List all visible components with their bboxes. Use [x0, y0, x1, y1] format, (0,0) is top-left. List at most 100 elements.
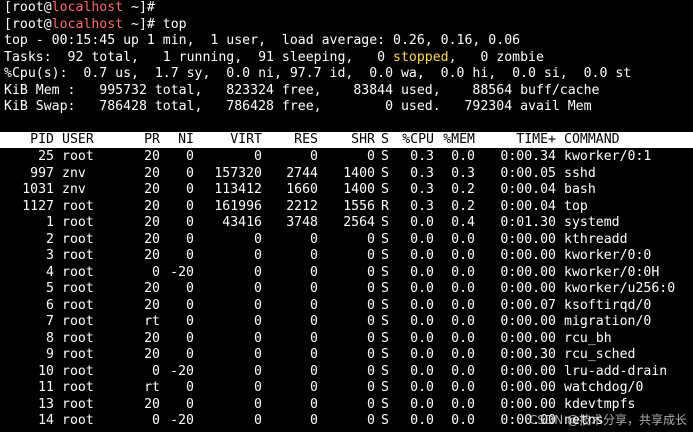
cpu-cell: 0.3	[410, 182, 434, 197]
process-row[interactable]: 997 znv 20 0 157320 2744 1400 S 0.3 0.3 0:00.05 ssh…	[0, 166, 693, 183]
cpu-cell: 0.0	[410, 363, 434, 379]
mem-cell: 0.0	[451, 149, 475, 164]
process-row[interactable]: 8 root 20 0 0 0 0 S 0.0 0.0 0:00.00 rcu_bh	[0, 331, 693, 348]
terminal-window[interactable]: [root@localhost ~]# [root@localhost ~]# …	[0, 0, 693, 432]
mem-cell: 0.0	[451, 297, 475, 313]
state-cell: R	[381, 198, 389, 214]
mem-cell: 0.0	[451, 347, 475, 362]
virt-cell: 0	[254, 363, 262, 379]
process-row[interactable]: 11 root rt 0 0 0 0 S 0.0 0.0 0:00.00 watchdog/0	[0, 380, 693, 397]
priority-cell: 0	[152, 264, 160, 280]
process-row[interactable]: 1127 root 20 0 161996 2212 1556 R 0.3 0.2 0:00.04 t…	[0, 199, 693, 216]
header-pid[interactable]: PID	[4, 132, 54, 149]
header-pr[interactable]: PR	[130, 132, 160, 149]
tasks-summary: Tasks: 92 total, 1 running, 91 sleeping,…	[4, 50, 544, 67]
nice-cell: 0	[186, 330, 194, 346]
nice-cell: -20	[170, 413, 194, 428]
header-cpu[interactable]: %CPU	[397, 132, 434, 149]
state-cell: S	[381, 347, 389, 362]
mem-cell: 0.0	[451, 314, 475, 329]
tasks-zombie: , 0 zombie	[448, 49, 544, 65]
pid-cell: 2	[46, 231, 54, 247]
process-row[interactable]: 9 root 20 0 0 0 0 S 0.0 0.0 0:00.30 rcu_sched	[0, 347, 693, 364]
process-row[interactable]: 1031 znv 20 0 113412 1660 1400 S 0.3 0.2 0:00.04 ba…	[0, 182, 693, 199]
process-row[interactable]: 1 root 20 0 43416 3748 2564 S 0.0 0.4 0:01.30 syste…	[0, 215, 693, 232]
shr-cell: 0	[367, 231, 375, 247]
time-cell: 0:00.00	[500, 248, 556, 263]
time-cell: 0:00.04	[500, 198, 556, 214]
nice-cell: 0	[186, 380, 194, 395]
pid-cell: 5	[46, 281, 54, 296]
priority-cell: 20	[144, 396, 160, 412]
nice-cell: 0	[186, 281, 194, 296]
command-cell: migration/0	[564, 314, 652, 329]
state-cell: S	[381, 413, 389, 428]
time-cell: 0:00.05	[500, 165, 556, 181]
mem-cell: 0.0	[451, 248, 475, 263]
process-row[interactable]: 4 root 0 -20 0 0 0 S 0.0 0.0 0:00.00 kworker/0:0H	[0, 265, 693, 282]
cpu-cell: 0.0	[410, 380, 434, 395]
pid-cell: 8	[46, 330, 54, 346]
time-cell: 0:00.00	[500, 363, 556, 379]
priority-cell: 0	[152, 363, 160, 379]
res-cell: 0	[310, 297, 318, 313]
mem-cell: 0.0	[451, 330, 475, 346]
priority-cell: 20	[144, 165, 160, 181]
header-virt[interactable]: VIRT	[200, 132, 262, 149]
process-row[interactable]: 6 root 20 0 0 0 0 S 0.0 0.0 0:00.07 ksoftirqd/0	[0, 298, 693, 315]
nice-cell: 0	[186, 149, 194, 164]
res-cell: 0	[310, 314, 318, 329]
state-cell: S	[381, 182, 389, 197]
time-cell: 0:00.00	[500, 281, 556, 296]
res-cell: 0	[310, 149, 318, 164]
shr-cell: 0	[367, 248, 375, 263]
nice-cell: -20	[170, 363, 194, 379]
shr-cell: 0	[367, 281, 375, 296]
pid-cell: 1031	[22, 182, 54, 197]
res-cell: 0	[310, 380, 318, 395]
header-ni[interactable]: NI	[163, 132, 194, 149]
res-cell: 0	[310, 281, 318, 296]
process-row[interactable]: 10 root 0 -20 0 0 0 S 0.0 0.0 0:00.00 lru-add-drain	[0, 364, 693, 381]
virt-cell: 157320	[214, 165, 262, 181]
time-cell: 0:00.00	[500, 314, 556, 329]
mem-cell: 0.2	[451, 182, 475, 197]
command-cell: watchdog/0	[564, 380, 644, 395]
time-cell: 0:00.30	[500, 347, 556, 362]
state-cell: S	[381, 231, 389, 247]
virt-cell: 0	[254, 380, 262, 395]
header-command[interactable]: COMMAND	[564, 132, 693, 149]
time-cell: 0:00.00	[500, 264, 556, 280]
process-row[interactable]: 5 root 20 0 0 0 0 S 0.0 0.0 0:00.00 kworker/u256:0	[0, 281, 693, 298]
pid-cell: 11	[38, 380, 54, 395]
header-shr[interactable]: SHR	[322, 132, 375, 149]
cpu-cell: 0.3	[410, 165, 434, 181]
shr-cell: 1400	[343, 182, 375, 197]
header-state[interactable]: S	[381, 132, 395, 149]
process-row[interactable]: 7 root rt 0 0 0 0 S 0.0 0.0 0:00.00 migration/0	[0, 314, 693, 331]
shr-cell: 2564	[343, 215, 375, 230]
priority-cell: rt	[144, 380, 160, 395]
header-mem[interactable]: %MEM	[438, 132, 475, 149]
uptime-summary: top - 00:15:45 up 1 min, 1 user, load av…	[4, 33, 521, 48]
header-time[interactable]: TIME+	[480, 132, 556, 149]
prompt-user: [root@	[4, 16, 52, 32]
nice-cell: 0	[186, 347, 194, 362]
priority-cell: 20	[144, 231, 160, 247]
res-cell: 0	[310, 264, 318, 280]
process-row[interactable]: 25 root 20 0 0 0 0 S 0.3 0.0 0:00.34 kworker/0:1	[0, 149, 693, 166]
state-cell: S	[381, 297, 389, 313]
mem-cell: 0.0	[451, 264, 475, 280]
time-cell: 0:01.30	[500, 215, 556, 230]
process-row[interactable]: 2 root 20 0 0 0 0 S 0.0 0.0 0:00.00 kthreadd	[0, 232, 693, 249]
cpu-cell: 0.3	[410, 198, 434, 214]
prompt-suffix: ~]#	[123, 0, 155, 15]
cpu-cell: 0.3	[410, 149, 434, 164]
shr-cell: 0	[367, 314, 375, 329]
priority-cell: 20	[144, 248, 160, 263]
res-cell: 2212	[286, 198, 318, 214]
priority-cell: 20	[144, 281, 160, 296]
header-res[interactable]: RES	[266, 132, 318, 149]
pid-cell: 1127	[22, 198, 54, 214]
process-row[interactable]: 3 root 20 0 0 0 0 S 0.0 0.0 0:00.00 kworker/0:0	[0, 248, 693, 265]
